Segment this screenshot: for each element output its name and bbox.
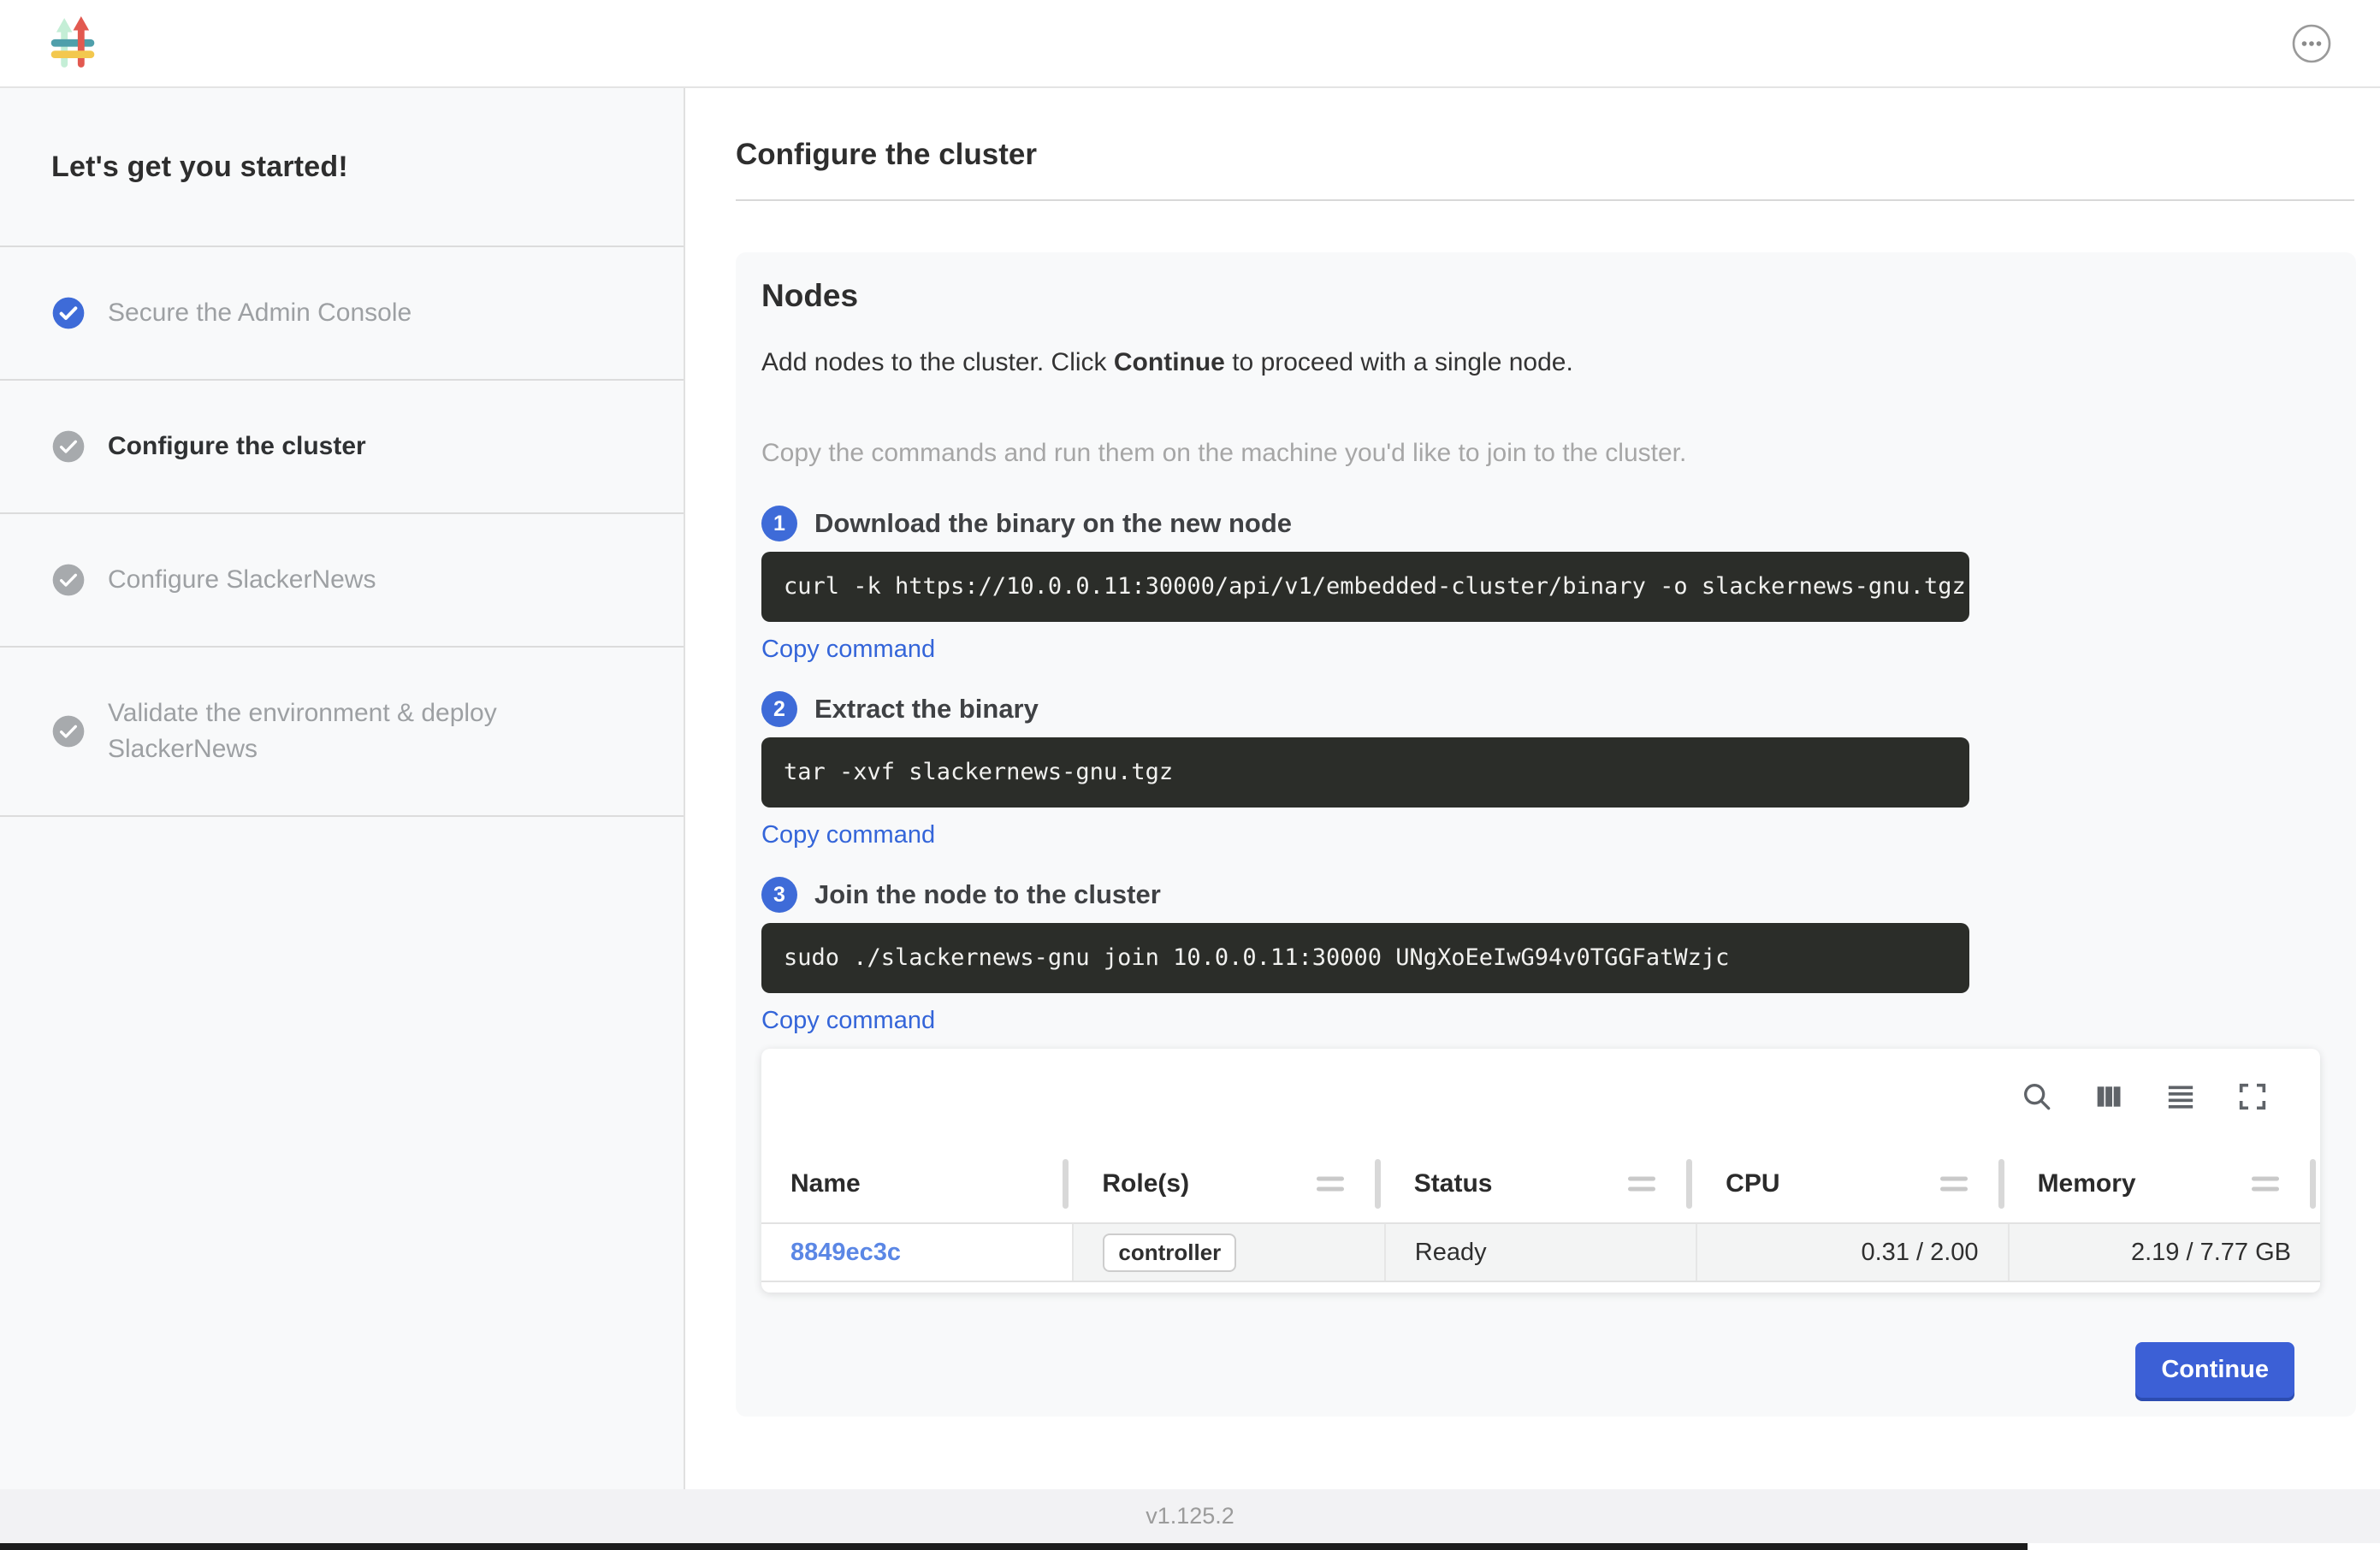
column-resize-handle[interactable] <box>2310 1159 2316 1209</box>
step-1-command-code: curl -k https://10.0.0.11:30000/api/v1/e… <box>761 552 1969 622</box>
bottom-dark-bar <box>0 1543 2028 1550</box>
continue-button[interactable]: Continue <box>2135 1342 2294 1398</box>
slackernews-logo-icon <box>50 16 96 71</box>
node-name-cell: 8849ec3c <box>761 1223 1073 1281</box>
app-footer: v1.125.2 <box>0 1489 2380 1543</box>
step-3-copy-command-link[interactable]: Copy command <box>761 1007 935 1035</box>
nodes-table-card: Name Role(s) Status <box>761 1049 2320 1293</box>
columns-icon <box>2092 1080 2126 1114</box>
column-header-name[interactable]: Name <box>761 1145 1073 1223</box>
step-2-command-code: tar -xvf slackernews-gnu.tgz <box>761 737 1969 808</box>
node-memory-cell: 2.19 / 7.77 GB <box>2009 1223 2320 1281</box>
role-badge: controller <box>1103 1233 1236 1272</box>
setup-steps-sidebar: Let's get you started! Secure the Admin … <box>0 88 685 1489</box>
check-pending-icon <box>51 714 86 748</box>
step-1-title: Download the binary on the new node <box>814 508 1292 539</box>
column-resize-handle[interactable] <box>1998 1159 2004 1209</box>
check-complete-icon <box>51 296 86 330</box>
node-roles-cell: controller <box>1073 1223 1384 1281</box>
column-label: Role(s) <box>1102 1169 1189 1198</box>
density-icon <box>2164 1080 2198 1114</box>
search-icon <box>2020 1080 2054 1114</box>
column-label: CPU <box>1726 1169 1779 1198</box>
nodes-intro-text: Add nodes to the cluster. Click Continue… <box>761 348 2320 377</box>
step-3-number-badge: 3 <box>761 877 797 913</box>
step-1-copy-command-link[interactable]: Copy command <box>761 636 935 664</box>
node-name-link[interactable]: 8849ec3c <box>790 1239 901 1266</box>
title-divider <box>736 199 2354 201</box>
ellipsis-circle-icon <box>2291 23 2332 64</box>
nodes-heading: Nodes <box>761 278 2320 314</box>
sidebar-item-label: Secure the Admin Console <box>108 295 411 331</box>
node-cpu-cell: 0.31 / 2.00 <box>1696 1223 2008 1281</box>
column-header-memory[interactable]: Memory <box>2009 1145 2320 1223</box>
column-label: Name <box>790 1169 861 1198</box>
fullscreen-icon <box>2235 1080 2270 1114</box>
page-title: Configure the cluster <box>736 138 2380 172</box>
column-resize-handle[interactable] <box>1375 1159 1381 1209</box>
intro-suffix: to proceed with a single node. <box>1225 348 1573 376</box>
column-header-roles[interactable]: Role(s) <box>1073 1145 1384 1223</box>
sidebar-item-label: Configure the cluster <box>108 429 366 464</box>
step-3-header: 3 Join the node to the cluster <box>761 877 2320 913</box>
column-label: Memory <box>2038 1169 2136 1198</box>
column-header-cpu[interactable]: CPU <box>1696 1145 2008 1223</box>
step-1-header: 1 Download the binary on the new node <box>761 506 2320 541</box>
table-header-row: Name Role(s) Status <box>761 1145 2320 1223</box>
step-2-copy-command-link[interactable]: Copy command <box>761 821 935 849</box>
step-2-number-badge: 2 <box>761 691 797 727</box>
column-resize-handle[interactable] <box>1686 1159 1692 1209</box>
nodes-table: Name Role(s) Status <box>761 1145 2320 1282</box>
show-hide-columns-button[interactable] <box>2089 1077 2128 1116</box>
top-navbar <box>0 0 2380 88</box>
column-drag-handle-icon[interactable] <box>1628 1176 1655 1191</box>
bottom-edge <box>0 1543 2380 1550</box>
app-version: v1.125.2 <box>1146 1503 1234 1529</box>
main-content: Configure the cluster Nodes Add nodes to… <box>685 88 2380 1489</box>
step-2-header: 2 Extract the binary <box>761 691 2320 727</box>
nodes-card: Nodes Add nodes to the cluster. Click Co… <box>736 252 2356 1417</box>
column-resize-handle[interactable] <box>1063 1159 1069 1209</box>
table-row-node: 8849ec3c controller Ready 0.31 / 2.00 2.… <box>761 1223 2320 1281</box>
toggle-density-button[interactable] <box>2161 1077 2200 1116</box>
column-drag-handle-icon[interactable] <box>1940 1176 1968 1191</box>
column-header-status[interactable]: Status <box>1385 1145 1696 1223</box>
table-search-button[interactable] <box>2017 1077 2057 1116</box>
continue-row: Continue <box>761 1342 2320 1398</box>
intro-continue-word: Continue <box>1114 348 1225 376</box>
copy-commands-hint: Copy the commands and run them on the ma… <box>761 439 2320 468</box>
more-options-button[interactable] <box>2289 21 2334 66</box>
step-3-command-code: sudo ./slackernews-gnu join 10.0.0.11:30… <box>761 923 1969 993</box>
check-pending-icon <box>51 563 86 597</box>
fullscreen-button[interactable] <box>2233 1077 2272 1116</box>
sidebar-item-configure-cluster: Configure the cluster <box>0 381 684 514</box>
sidebar-item-configure-slackernews: Configure SlackerNews <box>0 514 684 648</box>
sidebar-item-secure-admin-console: Secure the Admin Console <box>0 247 684 381</box>
intro-prefix: Add nodes to the cluster. Click <box>761 348 1114 376</box>
check-pending-icon <box>51 429 86 464</box>
node-status-cell: Ready <box>1385 1223 1696 1281</box>
sidebar-heading: Let's get you started! <box>0 88 684 247</box>
column-label: Status <box>1414 1169 1493 1198</box>
column-drag-handle-icon[interactable] <box>1317 1176 1344 1191</box>
sidebar-item-label: Validate the environment & deploy Slacke… <box>108 695 587 767</box>
step-3-title: Join the node to the cluster <box>814 879 1161 910</box>
step-2-title: Extract the binary <box>814 694 1039 725</box>
table-toolbar <box>761 1049 2320 1145</box>
step-1-number-badge: 1 <box>761 506 797 541</box>
sidebar-item-validate-deploy: Validate the environment & deploy Slacke… <box>0 648 684 817</box>
column-drag-handle-icon[interactable] <box>2252 1176 2279 1191</box>
sidebar-item-label: Configure SlackerNews <box>108 562 376 598</box>
